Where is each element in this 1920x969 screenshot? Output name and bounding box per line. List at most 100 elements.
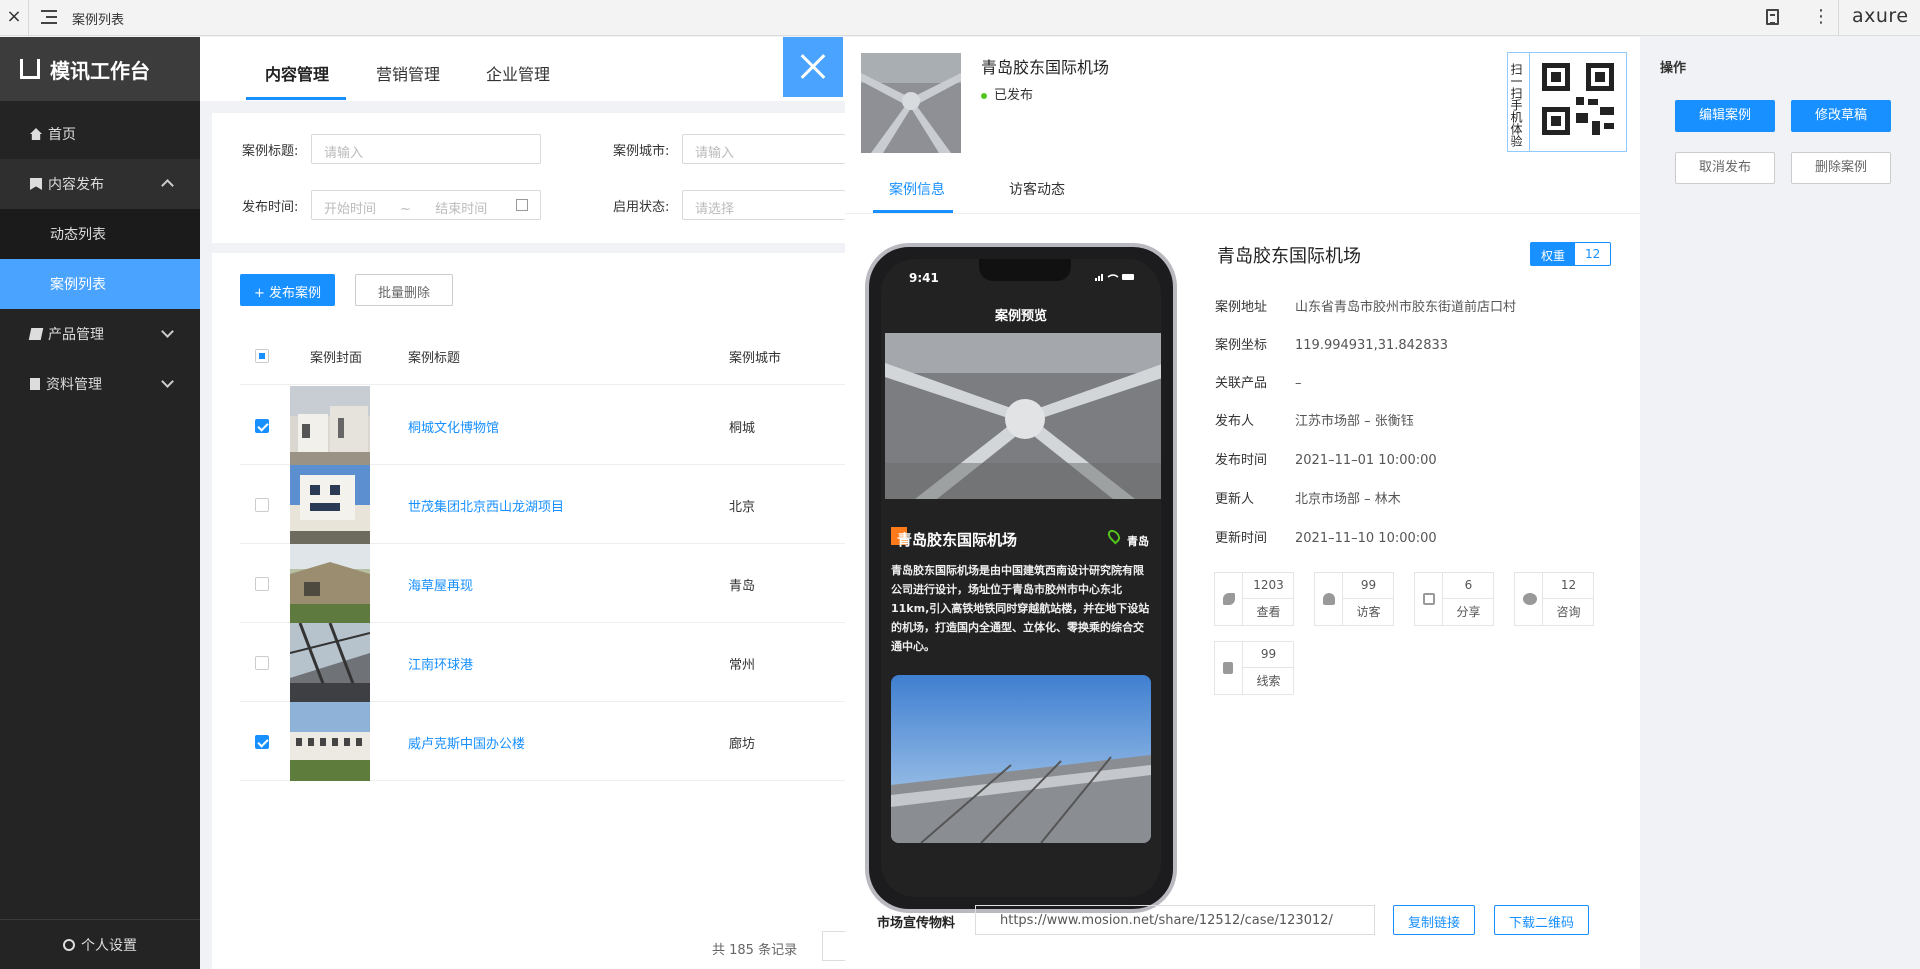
case-title-link[interactable]: 江南环球港 (408, 654, 473, 673)
status-dot-icon (981, 92, 987, 99)
stat-label: 咨询 (1556, 605, 1581, 619)
sidebar-item-label: 产品管理 (48, 327, 104, 343)
case-city-input[interactable]: 请输入 (682, 134, 845, 164)
filter-panel: 案例标题: 请输入 案例城市: 请输入 发布时间: 开始时间 ~ 结束时间 启用… (212, 113, 845, 243)
case-title-link[interactable]: 海草屋再现 (408, 575, 473, 594)
file-icon (30, 378, 40, 390)
active-tab-indicator (873, 210, 953, 213)
stat-label: 查看 (1256, 605, 1281, 619)
sidebar-item-material-management[interactable]: 资料管理 (0, 359, 200, 409)
sidebar-item-product-management[interactable]: 产品管理 (0, 309, 200, 359)
case-city: 廊坊 (729, 737, 756, 752)
case-cover-image (290, 623, 370, 702)
delete-case-button[interactable]: 删除案例 (1791, 152, 1891, 184)
close-window-icon[interactable]: × (4, 6, 24, 28)
edit-draft-button[interactable]: 修改草稿 (1791, 100, 1891, 132)
share-material-label: 市场宣传物料 (877, 916, 956, 931)
stat-label: 分享 (1456, 605, 1481, 619)
tab-visitor-activity[interactable]: 访客动态 (1009, 179, 1065, 199)
case-title-link[interactable]: 世茂集团北京西山龙湖项目 (408, 496, 564, 515)
row-checkbox[interactable] (255, 735, 269, 749)
weight-label: 权重 (1531, 243, 1576, 265)
tab-enterprise-management[interactable]: 企业管理 (486, 61, 550, 85)
row-checkbox[interactable] (255, 498, 269, 512)
file-icon (1215, 642, 1243, 694)
sidebar-item-home[interactable]: 首页 (0, 109, 200, 159)
info-update-time: 更新时间 2021–11–10 10:00:00 (1215, 527, 1437, 546)
stat-number: 99 (1243, 642, 1294, 668)
sidebar-item-label: 首页 (48, 127, 76, 143)
case-title-link[interactable]: 桐城文化博物馆 (408, 417, 499, 436)
menu-icon[interactable] (41, 10, 57, 24)
case-title-link[interactable]: 威卢克斯中国办公楼 (408, 733, 525, 752)
info-key: 案例地址 (1215, 300, 1268, 315)
table-row[interactable]: 威卢克斯中国办公楼 廊坊 (240, 702, 845, 781)
row-checkbox[interactable] (255, 419, 269, 433)
info-key: 更新人 (1215, 492, 1255, 507)
chevron-down-icon (161, 375, 174, 388)
edit-case-button[interactable]: 编辑案例 (1675, 100, 1775, 132)
publish-case-button[interactable]: + 发布案例 (240, 274, 336, 306)
divider (1838, 0, 1839, 36)
stat-number: 1203 (1243, 573, 1294, 599)
column-header: 案例封面 (310, 351, 363, 366)
info-value: 北京市场部 – 林木 (1295, 492, 1401, 507)
row-checkbox[interactable] (255, 577, 269, 591)
publish-time-range[interactable]: 开始时间 ~ 结束时间 (311, 190, 541, 220)
sidebar-item-content-publish[interactable]: 内容发布 (0, 159, 200, 209)
share-url-field[interactable]: https://www.mosion.net/share/12512/case/… (975, 905, 1375, 935)
phone-screen: 9:41 案例预览 青岛胶东国际机场 青岛 青岛胶东国际机场是由中国建筑西南设计… (881, 259, 1161, 897)
stat-shares: 6 分享 (1414, 572, 1494, 626)
unpublish-button[interactable]: 取消发布 (1675, 152, 1775, 184)
case-city: 北京 (729, 500, 756, 515)
select-all-checkbox[interactable] (255, 349, 269, 363)
info-key: 关联产品 (1215, 376, 1268, 391)
tab-marketing-management[interactable]: 营销管理 (376, 61, 440, 85)
close-drawer-button[interactable] (783, 37, 843, 97)
case-cover-image (290, 465, 370, 544)
copy-link-button[interactable]: 复制链接 (1393, 905, 1476, 935)
table-row[interactable]: 江南环球港 常州 (240, 623, 845, 702)
phone-preview: 9:41 案例预览 青岛胶东国际机场 青岛 青岛胶东国际机场是由中国建筑西南设计… (865, 243, 1177, 913)
row-checkbox[interactable] (255, 656, 269, 670)
location-pin-icon (1105, 527, 1123, 545)
sidebar-item-dynamic-list[interactable]: 动态列表 (0, 209, 200, 259)
start-time-placeholder: 开始时间 (324, 202, 377, 217)
stat-number: 6 (1443, 573, 1494, 599)
qr-code-card[interactable]: 扫一扫手机体验 (1507, 52, 1627, 152)
table-row[interactable]: 世茂集团北京西山龙湖项目 北京 (240, 465, 845, 544)
info-publish-time: 发布时间 2021–11–01 10:00:00 (1215, 449, 1437, 468)
case-title-input[interactable]: 请输入 (311, 134, 541, 164)
status-select[interactable]: 请选择 (682, 190, 845, 220)
stat-leads: 99 线索 (1214, 641, 1294, 695)
table-row[interactable]: 桐城文化博物馆 桐城 (240, 386, 845, 465)
brand-name: 模讯工作台 (50, 58, 150, 83)
phone-case-description: 青岛胶东国际机场是由中国建筑西南设计研究院有限公司进行设计，场址位于青岛市胶州市… (891, 564, 1150, 653)
detail-title: 青岛胶东国际机场 (1217, 246, 1361, 267)
pagination-total: 共 185 条记录 (712, 943, 798, 958)
sidebar-item-case-list[interactable]: 案例列表 (0, 259, 200, 309)
table-header: 案例封面 案例标题 案例城市 (240, 327, 845, 385)
batch-delete-button[interactable]: 批量删除 (355, 274, 454, 306)
info-value: 江苏市场部 – 张衡钰 (1295, 414, 1414, 429)
download-qr-button[interactable]: 下载二维码 (1494, 905, 1590, 935)
gear-icon (63, 938, 75, 951)
qr-caption: 扫一扫手机体验 (1508, 53, 1530, 151)
info-value: 2021–11–01 10:00:00 (1295, 453, 1437, 468)
info-coordinate: 案例坐标 119.994931,31.842833 (1215, 334, 1448, 353)
weight-badge: 权重 12 (1530, 242, 1612, 266)
brand-logo-icon (20, 59, 40, 79)
more-vertical-icon[interactable]: ⋮ (1812, 7, 1830, 27)
share-icon (1415, 573, 1443, 625)
tab-content-management[interactable]: 内容管理 (265, 61, 329, 85)
sidebar-item-personal-settings[interactable]: 个人设置 (0, 919, 200, 969)
case-city-label: 案例城市: (613, 144, 670, 159)
phone-case-name: 青岛胶东国际机场 (897, 531, 1018, 549)
tab-case-info[interactable]: 案例信息 (889, 179, 945, 199)
case-detail-drawer: 青岛胶东国际机场 已发布 扫一扫手机体验 案例信息 访客动态 9:41 案例预览 (845, 37, 1640, 969)
case-city: 青岛 (729, 579, 756, 594)
table-row[interactable]: 海草屋再现 青岛 (240, 544, 845, 623)
home-icon (30, 128, 42, 140)
case-list-panel: + 发布案例 批量删除 案例封面 案例标题 案例城市 桐城文化博物馆 桐城 世茂… (212, 253, 852, 969)
document-icon[interactable] (1766, 9, 1779, 25)
